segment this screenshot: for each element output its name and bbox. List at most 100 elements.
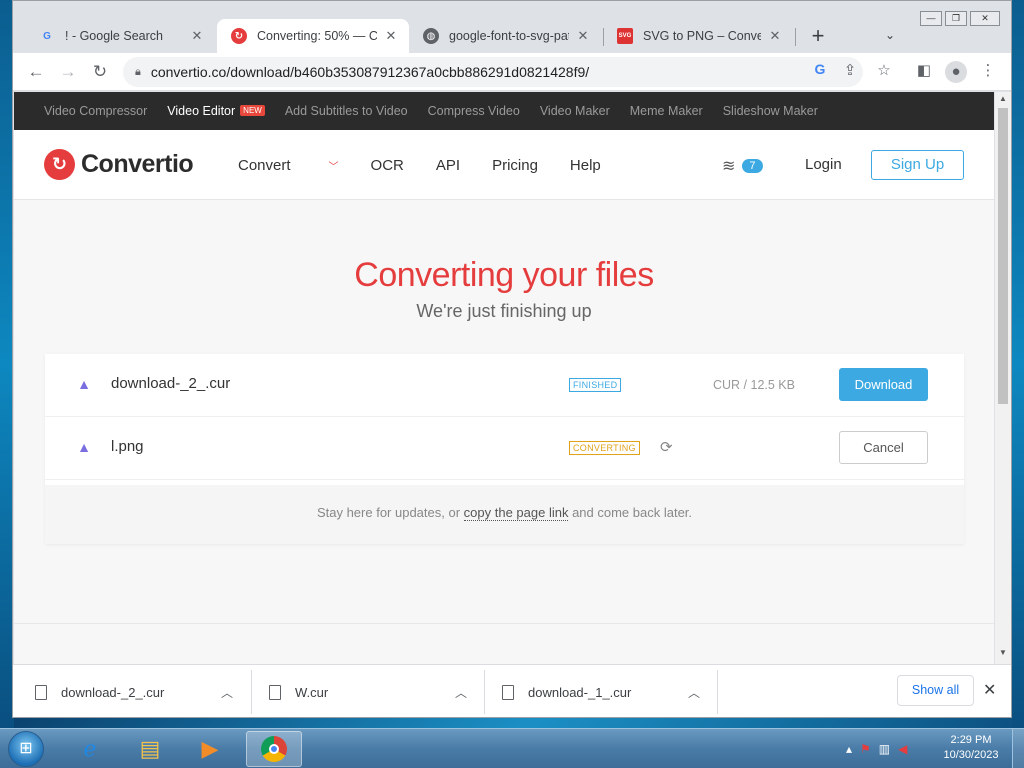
close-icon[interactable]: ✕ [983, 680, 996, 700]
menu-kebab-icon[interactable]: ⋮ [977, 61, 999, 79]
address-bar[interactable]: 🔒︎ convertio.co/download/b460b3530879123… [123, 57, 863, 87]
scroll-up-arrow-icon[interactable]: ▲ [995, 94, 1011, 103]
image-file-icon: ▲ [77, 376, 91, 392]
downloads-bar: download-_2_.cur ︿ W.cur ︿ download-_1_.… [13, 664, 1011, 717]
media-player-icon[interactable]: ▶ [182, 731, 238, 767]
nav-ocr[interactable]: OCR [371, 157, 404, 174]
bookmark-star-icon[interactable]: ☆ [873, 61, 895, 79]
topbar-link-video-compressor[interactable]: Video Compressor [44, 104, 147, 118]
download-separator [484, 670, 485, 714]
nav-help[interactable]: Help [570, 157, 601, 174]
convertio-icon: ↻ [231, 28, 247, 44]
download-item[interactable]: download-_1_.cur ︿ [502, 665, 716, 717]
tab-search-chevron-icon[interactable]: ⌄ [885, 28, 895, 42]
clock-time: 2:29 PM [950, 734, 992, 746]
download-item[interactable]: download-_2_.cur ︿ [35, 665, 249, 717]
url-text: convertio.co/download/b460b353087912367a… [150, 64, 590, 80]
file-row: ▲ l.png CONVERTING ⟳ Cancel [45, 417, 964, 480]
window-controls: — ❐ ✕ [917, 11, 1000, 26]
share-icon[interactable]: ⇪ [839, 61, 861, 79]
nav-pricing[interactable]: Pricing [492, 157, 538, 174]
browser-toolbar: ← → ↻ 🔒︎ convertio.co/download/b460b3530… [13, 53, 1011, 91]
convertio-logo[interactable]: ↻ Convertio [44, 149, 194, 180]
close-icon[interactable]: ✕ [575, 28, 591, 44]
svg-png-icon: SVG [617, 28, 633, 44]
topbar-link-add-subtitles[interactable]: Add Subtitles to Video [285, 104, 408, 118]
minimize-button[interactable]: — [920, 11, 942, 26]
login-link[interactable]: Login [805, 156, 842, 173]
action-center-icon[interactable]: ⚑ [860, 742, 871, 756]
file-name: l.png [111, 438, 144, 455]
spinner-icon: ⟳ [660, 439, 673, 456]
file-size: CUR / 12.5 KB [713, 378, 795, 392]
download-separator [251, 670, 252, 714]
page-scrollbar[interactable]: ▲ ▼ [995, 92, 1011, 664]
chrome-icon[interactable] [246, 731, 302, 767]
reload-button[interactable]: ↻ [89, 61, 111, 83]
tab-google-search[interactable]: G ! - Google Search ✕ [25, 19, 215, 53]
page-subtitle: We're just finishing up [416, 301, 592, 321]
nav-api[interactable]: API [436, 157, 460, 174]
tab-google-font-to-svg[interactable]: ◍ google-font-to-svg-path ✕ [409, 19, 601, 53]
chrome-logo-center [269, 744, 279, 754]
nav-convert[interactable]: Convert ﹀ [238, 157, 339, 174]
volume-muted-icon[interactable]: ◀ [898, 742, 907, 756]
notice-text: and come back later. [568, 505, 693, 520]
topbar-link-slideshow-maker[interactable]: Slideshow Maker [723, 104, 818, 118]
tab-svg-to-png[interactable]: SVG SVG to PNG – Convert ✕ [603, 19, 793, 53]
start-button[interactable]: ⊞ [8, 731, 44, 767]
taskbar: ⊞ ℯ ▤ ▶ ▴ ⚑ ▥ ◀ 2:29 PM 10/30/2023 [0, 728, 1024, 768]
updates-notice: Stay here for updates, or copy the page … [45, 485, 964, 544]
tab-strip: G ! - Google Search ✕ ↻ Converting: 50% … [13, 1, 1011, 53]
scrollbar-thumb[interactable] [998, 108, 1008, 404]
maximize-button[interactable]: ❐ [945, 11, 967, 26]
download-item[interactable]: W.cur ︿ [269, 665, 483, 717]
forward-button[interactable]: → [57, 61, 79, 83]
network-icon[interactable]: ▥ [879, 742, 890, 756]
chevron-up-icon[interactable]: ︿ [221, 684, 233, 701]
convertio-logo-icon: ↻ [44, 149, 75, 180]
download-button[interactable]: Download [839, 368, 928, 401]
topbar-link-video-maker[interactable]: Video Maker [540, 104, 610, 118]
file-explorer-icon[interactable]: ▤ [122, 731, 178, 767]
tools-topbar: Video Compressor Video Editor NEW Add Sub… [14, 92, 994, 130]
chevron-down-icon: ﹀ [328, 161, 339, 173]
back-button[interactable]: ← [25, 61, 47, 83]
tray-expand-icon[interactable]: ▴ [846, 742, 852, 756]
chevron-up-icon[interactable]: ︿ [688, 684, 700, 701]
tab-title: Converting: 50% — Con [257, 29, 377, 43]
tab-converting[interactable]: ↻ Converting: 50% — Con ✕ [217, 19, 409, 53]
copy-page-link[interactable]: copy the page link [463, 505, 569, 521]
close-window-button[interactable]: ✕ [970, 11, 1000, 26]
close-icon[interactable]: ✕ [383, 28, 399, 44]
close-icon[interactable]: ✕ [767, 28, 783, 44]
chevron-up-icon[interactable]: ︿ [455, 684, 467, 701]
file-list: ▲ download-_2_.cur FINISHED CUR / 12.5 K… [45, 354, 964, 544]
new-tab-button[interactable]: + [806, 25, 830, 47]
show-all-button[interactable]: Show all [897, 675, 974, 706]
tab-title: SVG to PNG – Convert [643, 29, 761, 43]
file-stack-button[interactable]: ≋ 7 [722, 156, 763, 176]
topbar-link-video-editor[interactable]: Video Editor NEW [167, 104, 265, 118]
logo-text: Convertio [81, 150, 194, 178]
nav-label: Convert [238, 156, 291, 174]
google-lens-icon[interactable]: G [809, 61, 831, 77]
topbar-link-compress-video[interactable]: Compress Video [428, 104, 520, 118]
site-header: ↻ Convertio Convert ﹀ OCR API Pricing Hel… [14, 130, 994, 200]
clock[interactable]: 2:29 PM 10/30/2023 [936, 733, 1006, 763]
show-desktop-button[interactable] [1012, 729, 1024, 768]
cancel-button[interactable]: Cancel [839, 431, 928, 464]
page-title: Converting your files [354, 256, 654, 294]
status-badge: CONVERTING [569, 441, 640, 455]
scroll-down-arrow-icon[interactable]: ▼ [995, 648, 1011, 657]
file-icon [35, 684, 47, 700]
lock-icon[interactable]: 🔒︎ [135, 66, 141, 79]
profile-avatar-icon[interactable]: ● [945, 61, 967, 83]
side-panel-icon[interactable]: ◧ [913, 61, 935, 79]
internet-explorer-icon[interactable]: ℯ [62, 731, 118, 767]
clock-date: 10/30/2023 [943, 749, 999, 761]
topbar-link-meme-maker[interactable]: Meme Maker [630, 104, 703, 118]
close-icon[interactable]: ✕ [189, 28, 205, 44]
image-file-icon: ▲ [77, 439, 91, 455]
sign-up-button[interactable]: Sign Up [871, 150, 964, 180]
